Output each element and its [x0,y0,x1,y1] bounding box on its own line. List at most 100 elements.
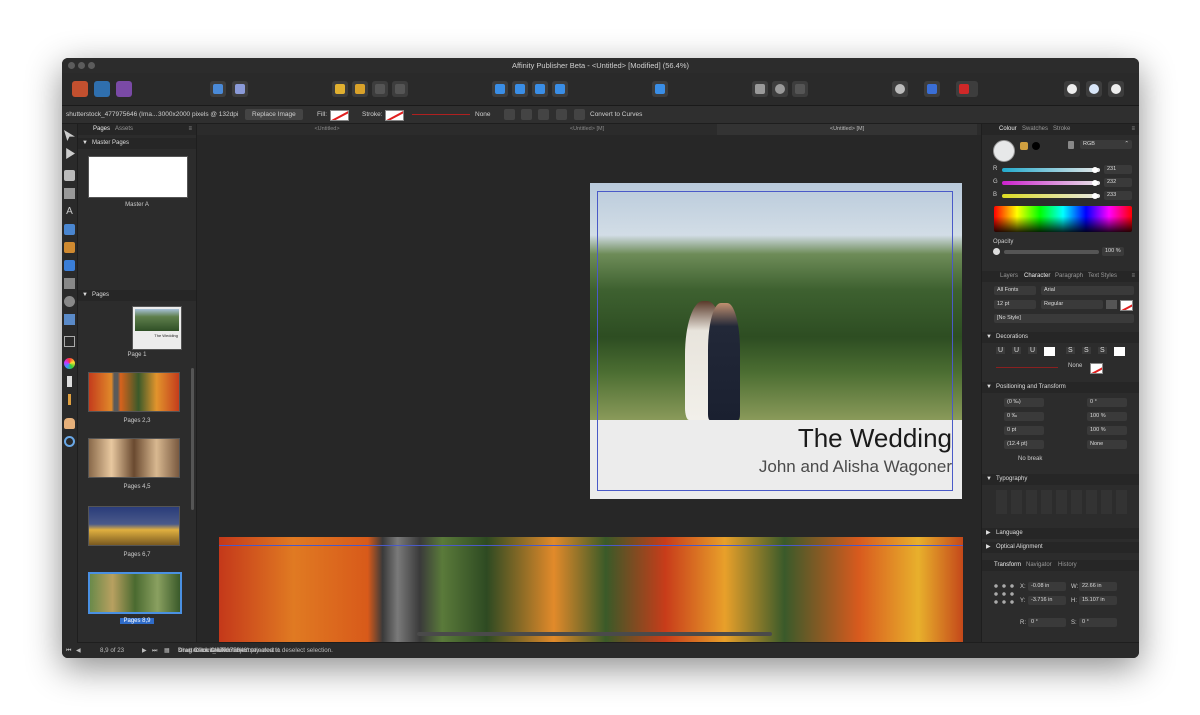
panel-menu-icon[interactable]: ≡ [188,124,192,135]
optical-alignment-header[interactable]: ▶ Optical Alignment [982,542,1139,553]
language-header[interactable]: ▶ Language [982,528,1139,539]
photo-persona-icon[interactable] [116,81,132,97]
text-wrap-icon[interactable] [892,81,908,97]
leading-field[interactable]: (12.4 pt) [1004,440,1044,449]
tab-stroke[interactable]: Stroke [1053,124,1070,135]
double-underline-button[interactable]: U [1012,347,1022,354]
frame-icon[interactable] [924,81,940,97]
color-model-select[interactable]: RGB ⌃ [1080,140,1132,149]
first-page-icon[interactable]: ⏮ [66,643,72,658]
ellipse-frame-tool-icon[interactable] [64,296,75,307]
flip-horizontal-icon[interactable] [492,81,508,97]
r-slider[interactable] [1002,167,1100,173]
assistant-icon[interactable] [232,81,248,97]
g-value[interactable]: 232 [1104,178,1132,187]
flip-icon[interactable] [538,109,549,120]
tab-text-styles[interactable]: Text Styles [1088,271,1117,282]
prev-page-icon[interactable]: ◀ [76,643,81,658]
crop-tool-icon[interactable] [64,336,75,347]
decoration-line-slider[interactable] [996,367,1058,368]
frame-text-tool-icon[interactable] [64,170,75,181]
colour-picker-tool-icon[interactable] [64,358,75,369]
arrange-forward-icon[interactable] [352,81,368,97]
stroke-width-slider[interactable] [412,114,470,115]
text-panel-menu-icon[interactable]: ≡ [1131,271,1135,282]
rotation-field[interactable]: 0 ° [1028,618,1066,627]
rotate-icon[interactable] [521,109,532,120]
pages-header[interactable]: ▼ Pages [78,290,196,301]
r-value[interactable]: 231 [1104,165,1132,174]
colour-panel-menu-icon[interactable]: ≡ [1131,124,1135,135]
designer-persona-icon[interactable] [94,81,110,97]
rotate-left-icon[interactable] [532,81,548,97]
lock-icon[interactable] [1068,141,1074,149]
baseline-field[interactable]: 0 pt [1004,426,1044,435]
pages-4-5-thumbnail[interactable] [88,438,180,478]
x-field[interactable]: -0.08 in [1028,582,1066,591]
page-1-thumbnail[interactable]: The Wedding [132,306,182,350]
arrange-front-icon[interactable] [332,81,348,97]
flip-vertical-icon[interactable] [512,81,528,97]
document-subtitle[interactable]: John and Alisha Wagoner [759,457,952,477]
preflight-icon[interactable] [752,81,768,97]
tab-character[interactable]: Character [1024,271,1050,282]
font-collection-select[interactable]: All Fonts [994,286,1036,295]
boolean-add-icon[interactable] [1064,81,1080,97]
g-slider[interactable] [1002,180,1100,186]
rotate-right-icon[interactable] [552,81,568,97]
fill-colour-well[interactable] [993,140,1015,162]
transparency-tool-icon[interactable] [67,376,72,387]
h-field[interactable]: 15.107 in [1079,596,1117,605]
strike-style-button[interactable]: S [1098,347,1107,354]
typography-buttons[interactable] [996,490,1131,514]
strikethrough-button[interactable]: S [1066,347,1075,354]
convert-curves-icon[interactable] [574,109,585,120]
transform-icon[interactable] [556,109,567,120]
superscript-field[interactable]: None [1087,440,1127,449]
doc-tab-1[interactable]: <Untitled> [197,124,457,135]
move-tool-icon[interactable] [64,130,75,141]
boolean-subtract-icon[interactable] [1086,81,1102,97]
horizontal-scrollbar[interactable] [417,632,772,636]
opacity-slider[interactable] [1004,250,1099,254]
arrange-back-icon[interactable] [372,81,388,97]
master-a-thumbnail[interactable] [88,156,188,198]
horizontal-scale-field[interactable]: 100 % [1087,426,1127,435]
zoom-window-button[interactable] [88,62,95,69]
align-icon[interactable] [652,81,668,97]
artistic-text-tool-icon[interactable]: A [64,206,75,217]
close-window-button[interactable] [68,62,75,69]
snap-magnet-icon[interactable] [956,81,978,97]
underline-colour-swatch[interactable] [1044,347,1055,356]
pages-grid-icon[interactable]: ▦ [164,643,170,658]
font-name-select[interactable]: Arial [1041,286,1134,295]
eyedropper-icon[interactable] [1020,142,1028,150]
font-size-field[interactable]: 12 pt [994,300,1036,309]
pages-scrollbar[interactable] [191,368,194,510]
character-style-select[interactable]: [No Style] [994,314,1134,323]
tracking-field[interactable]: 0 ‰ [1004,412,1044,421]
document-canvas[interactable]: <Untitled> <Untitled> [M] <Untitled> [M]… [197,124,981,642]
crop-icon[interactable] [504,109,515,120]
b-value[interactable]: 233 [1104,191,1132,200]
tab-swatches[interactable]: Swatches [1022,124,1048,135]
table-tool-icon[interactable] [64,188,75,199]
tab-paragraph[interactable]: Paragraph [1055,271,1083,282]
picture-frame-tool-icon[interactable] [64,278,75,289]
font-style-select[interactable]: Regular [1041,300,1103,309]
selected-aerial-photo[interactable] [219,537,963,642]
fill-tool-icon[interactable] [64,260,75,271]
black-swatch-icon[interactable] [1032,142,1040,150]
underline-style-button[interactable]: U [1028,347,1038,354]
arrange-backward-icon[interactable] [392,81,408,97]
next-page-icon[interactable]: ▶ [142,643,147,658]
w-field[interactable]: 22.66 in [1079,582,1117,591]
page-spread-1[interactable]: The Wedding John and Alisha Wagoner [590,183,962,499]
convert-curves-button[interactable]: Convert to Curves [590,106,642,123]
pages-8-9-thumbnail[interactable] [88,572,182,614]
tab-transform[interactable]: Transform [994,560,1021,571]
underline-button[interactable]: U [996,347,1006,354]
tab-history[interactable]: History [1058,560,1077,571]
strike-colour-swatch[interactable] [1114,347,1125,356]
tab-pages[interactable]: Pages [93,124,110,135]
